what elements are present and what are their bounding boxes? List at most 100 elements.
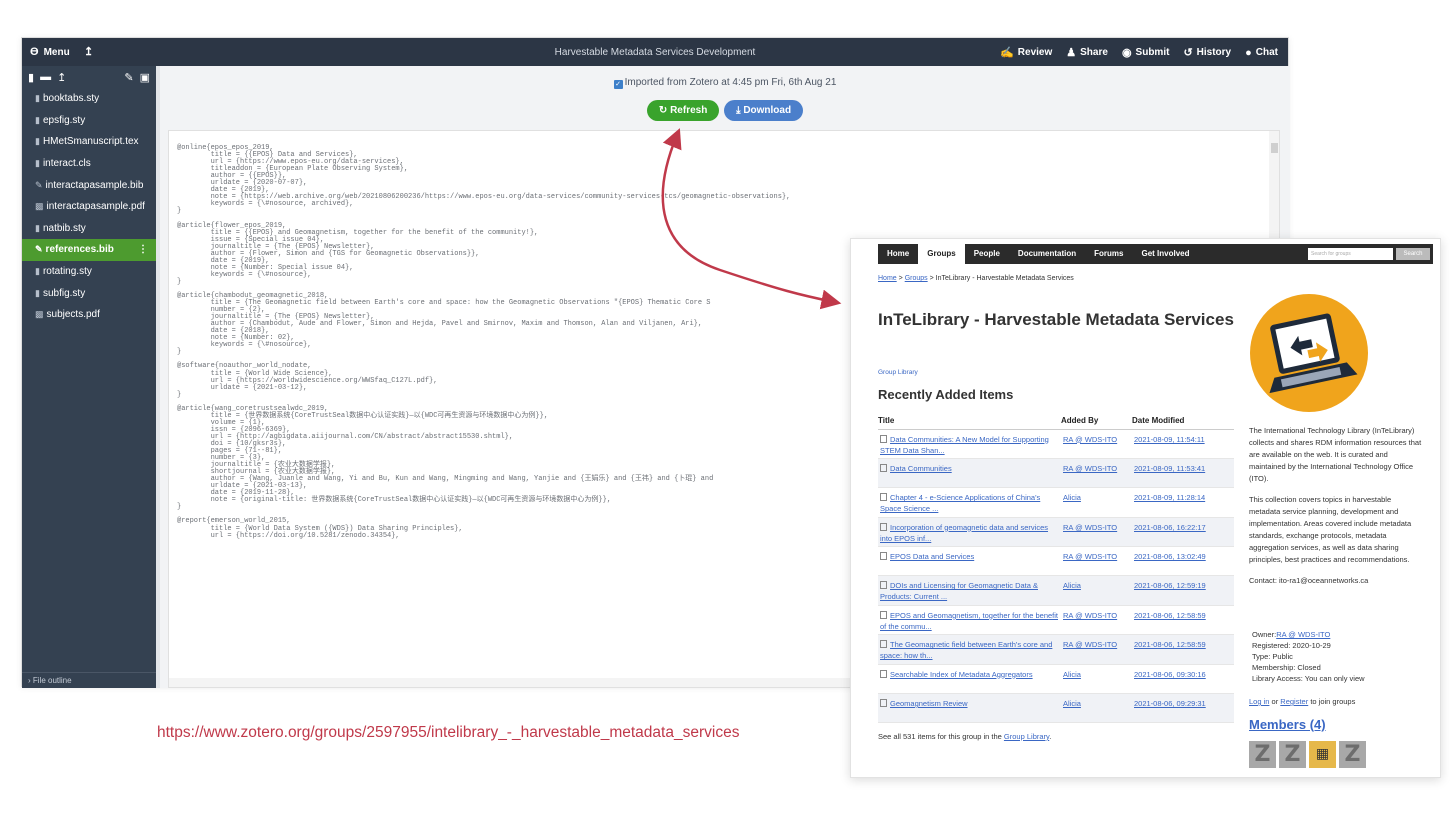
delete-trash-icon[interactable]: ▣	[140, 71, 150, 84]
file-item-natbib[interactable]: ▮ natbib.sty	[22, 218, 156, 240]
member-avatar[interactable]: Z	[1339, 741, 1366, 768]
table-row[interactable]: The Geomagnetic field between Earth's co…	[878, 634, 1234, 665]
item-date-cell: 2021-08-06, 09:30:16	[1132, 664, 1234, 695]
item-title-link[interactable]: Chapter 4 - e-Science Applications of Ch…	[880, 493, 1040, 513]
item-added-by-cell[interactable]: Alicia	[1061, 575, 1132, 606]
table-row[interactable]: EPOS Data and Services RA @ WDS-ITO 2021-0…	[878, 546, 1234, 577]
table-row[interactable]: Chapter 4 - e-Science Applications of Ch…	[878, 487, 1234, 518]
nav-tab-groups[interactable]: Groups	[918, 244, 965, 264]
file-item-interactapasample-pdf[interactable]: ▩ interactapasample.pdf	[22, 196, 156, 218]
review-button[interactable]: ✍ Review	[1000, 46, 1052, 59]
new-folder-icon[interactable]: ▬	[40, 71, 51, 83]
item-title-link[interactable]: Data Communities	[890, 464, 952, 473]
item-added-by-cell[interactable]: Alicia	[1061, 664, 1132, 695]
item-added-by-cell[interactable]: RA @ WDS-ITO	[1061, 634, 1132, 665]
item-added-by-link[interactable]: RA @ WDS-ITO	[1063, 611, 1117, 620]
group-search-button[interactable]: Search	[1396, 248, 1430, 260]
nav-tab-people[interactable]: People	[965, 244, 1009, 264]
item-added-by-link[interactable]: RA @ WDS-ITO	[1063, 552, 1117, 561]
item-title-cell[interactable]: Data Communities: A New Model for Suppor…	[878, 429, 1061, 459]
item-title-link[interactable]: Searchable Index of Metadata Aggregators	[890, 670, 1033, 679]
upload-icon[interactable]: ↥	[57, 71, 66, 84]
members-heading-link[interactable]: Members (4)	[1249, 717, 1326, 732]
item-title-link[interactable]: Incorporation of geomagnetic data and se…	[880, 523, 1048, 543]
item-added-by-cell[interactable]: RA @ WDS-ITO	[1061, 429, 1132, 459]
table-row[interactable]: DOIs and Licensing for Geomagnetic Data …	[878, 575, 1234, 606]
item-added-by-cell[interactable]: RA @ WDS-ITO	[1061, 517, 1132, 548]
file-item-subfig[interactable]: ▮ subfig.sty	[22, 282, 156, 304]
breadcrumb-groups[interactable]: Groups	[905, 275, 928, 282]
file-item-rotating[interactable]: ▮ rotating.sty	[22, 261, 156, 283]
table-row[interactable]: Searchable Index of Metadata Aggregators…	[878, 664, 1234, 695]
breadcrumb-home[interactable]: Home	[878, 275, 897, 282]
file-outline-toggle[interactable]: › File outline	[22, 672, 156, 688]
item-title-cell[interactable]: Data Communities	[878, 458, 1061, 489]
item-added-by-cell[interactable]: RA @ WDS-ITO	[1061, 605, 1132, 636]
item-title-cell[interactable]: The Geomagnetic field between Earth's co…	[878, 634, 1061, 665]
member-avatar[interactable]: Z	[1249, 741, 1276, 768]
item-title-cell[interactable]: EPOS and Geomagnetism, together for the …	[878, 605, 1061, 636]
file-item-epsfig[interactable]: ▮ epsfig.sty	[22, 110, 156, 132]
item-date: 2021-08-06, 13:02:49	[1134, 552, 1206, 562]
file-item-subjects-pdf[interactable]: ▩ subjects.pdf	[22, 304, 156, 326]
share-button[interactable]: ♟ Share	[1066, 46, 1108, 59]
history-button[interactable]: ↺ History	[1183, 46, 1231, 59]
member-avatar[interactable]: ▦	[1309, 741, 1336, 768]
file-item-booktabs[interactable]: ▮ booktabs.sty	[22, 88, 156, 110]
item-title-cell[interactable]: Searchable Index of Metadata Aggregators	[878, 664, 1061, 695]
item-title-cell[interactable]: Incorporation of geomagnetic data and se…	[878, 517, 1061, 548]
item-added-by-link[interactable]: Alicia	[1063, 581, 1081, 590]
nav-tab-get-involved[interactable]: Get Involved	[1133, 244, 1199, 264]
item-added-by-cell[interactable]: Alicia	[1061, 693, 1132, 724]
item-added-by-cell[interactable]: RA @ WDS-ITO	[1061, 546, 1132, 577]
item-title-cell[interactable]: Geomagnetism Review	[878, 693, 1061, 724]
nav-tab-documentation[interactable]: Documentation	[1009, 244, 1085, 264]
register-link[interactable]: Register	[1280, 697, 1308, 706]
item-title-cell[interactable]: DOIs and Licensing for Geomagnetic Data …	[878, 575, 1061, 606]
table-row[interactable]: Geomagnetism Review Alicia 2021-08-06, 09:…	[878, 693, 1234, 724]
nav-tab-forums[interactable]: Forums	[1085, 244, 1132, 264]
nav-tab-home[interactable]: Home	[878, 244, 918, 264]
item-title-link[interactable]: Geomagnetism Review	[890, 699, 968, 708]
item-added-by-link[interactable]: RA @ WDS-ITO	[1063, 464, 1117, 473]
item-added-by-link[interactable]: RA @ WDS-ITO	[1063, 435, 1117, 444]
item-title-link[interactable]: The Geomagnetic field between Earth's co…	[880, 640, 1052, 660]
item-added-by-link[interactable]: RA @ WDS-ITO	[1063, 523, 1117, 532]
item-title-cell[interactable]: Chapter 4 - e-Science Applications of Ch…	[878, 487, 1061, 518]
table-row[interactable]: EPOS and Geomagnetism, together for the …	[878, 605, 1234, 636]
file-name: references.bib	[45, 244, 114, 256]
member-avatar[interactable]: Z	[1279, 741, 1306, 768]
table-row[interactable]: Data Communities RA @ WDS-ITO 2021-08-09, …	[878, 458, 1234, 489]
owner-link[interactable]: RA @ WDS-ITO	[1276, 630, 1330, 639]
file-item-references-bib[interactable]: ✎ references.bib ⋮	[22, 239, 156, 261]
more-options-icon[interactable]: ⋮	[138, 244, 148, 255]
scrollbar-thumb[interactable]	[1271, 143, 1278, 153]
submit-button[interactable]: ◉ Submit	[1122, 46, 1170, 59]
table-row[interactable]: Incorporation of geomagnetic data and se…	[878, 517, 1234, 548]
chat-button[interactable]: ● Chat	[1245, 46, 1278, 59]
refresh-button[interactable]: ↻ Refresh	[646, 100, 720, 121]
item-added-by-cell[interactable]: Alicia	[1061, 487, 1132, 518]
item-title-link[interactable]: Data Communities: A New Model for Suppor…	[880, 435, 1049, 455]
download-button[interactable]: ⤓ Download	[724, 100, 804, 121]
new-file-icon[interactable]: ▮	[28, 71, 34, 84]
item-title-cell[interactable]: EPOS Data and Services	[878, 546, 1061, 577]
rename-pencil-icon[interactable]: ✎	[124, 71, 133, 84]
item-title-link[interactable]: EPOS and Geomagnetism, together for the …	[880, 611, 1058, 631]
group-library-link[interactable]: Group Library	[878, 369, 918, 376]
item-added-by-link[interactable]: Alicia	[1063, 670, 1081, 679]
file-item-hmetsmanuscript[interactable]: ▮ HMetSmanuscript.tex	[22, 131, 156, 153]
table-row[interactable]: Data Communities: A New Model for Suppor…	[878, 429, 1234, 459]
login-link[interactable]: Log in	[1249, 697, 1269, 706]
item-added-by-link[interactable]: RA @ WDS-ITO	[1063, 640, 1117, 649]
item-title-link[interactable]: EPOS Data and Services	[890, 552, 974, 561]
item-added-by-cell[interactable]: RA @ WDS-ITO	[1061, 458, 1132, 489]
file-item-interact-cls[interactable]: ▮ interact.cls	[22, 153, 156, 175]
group-search-input[interactable]: Search for groups	[1308, 248, 1393, 260]
item-added-by-link[interactable]: Alicia	[1063, 699, 1081, 708]
item-added-by-link[interactable]: Alicia	[1063, 493, 1081, 502]
see-all-library-link[interactable]: Group Library	[1004, 732, 1049, 741]
file-item-interactapasample-bib[interactable]: ✎ interactapasample.bib	[22, 174, 156, 196]
item-title-link[interactable]: DOIs and Licensing for Geomagnetic Data …	[880, 581, 1038, 601]
check-icon: ✓	[613, 80, 623, 89]
